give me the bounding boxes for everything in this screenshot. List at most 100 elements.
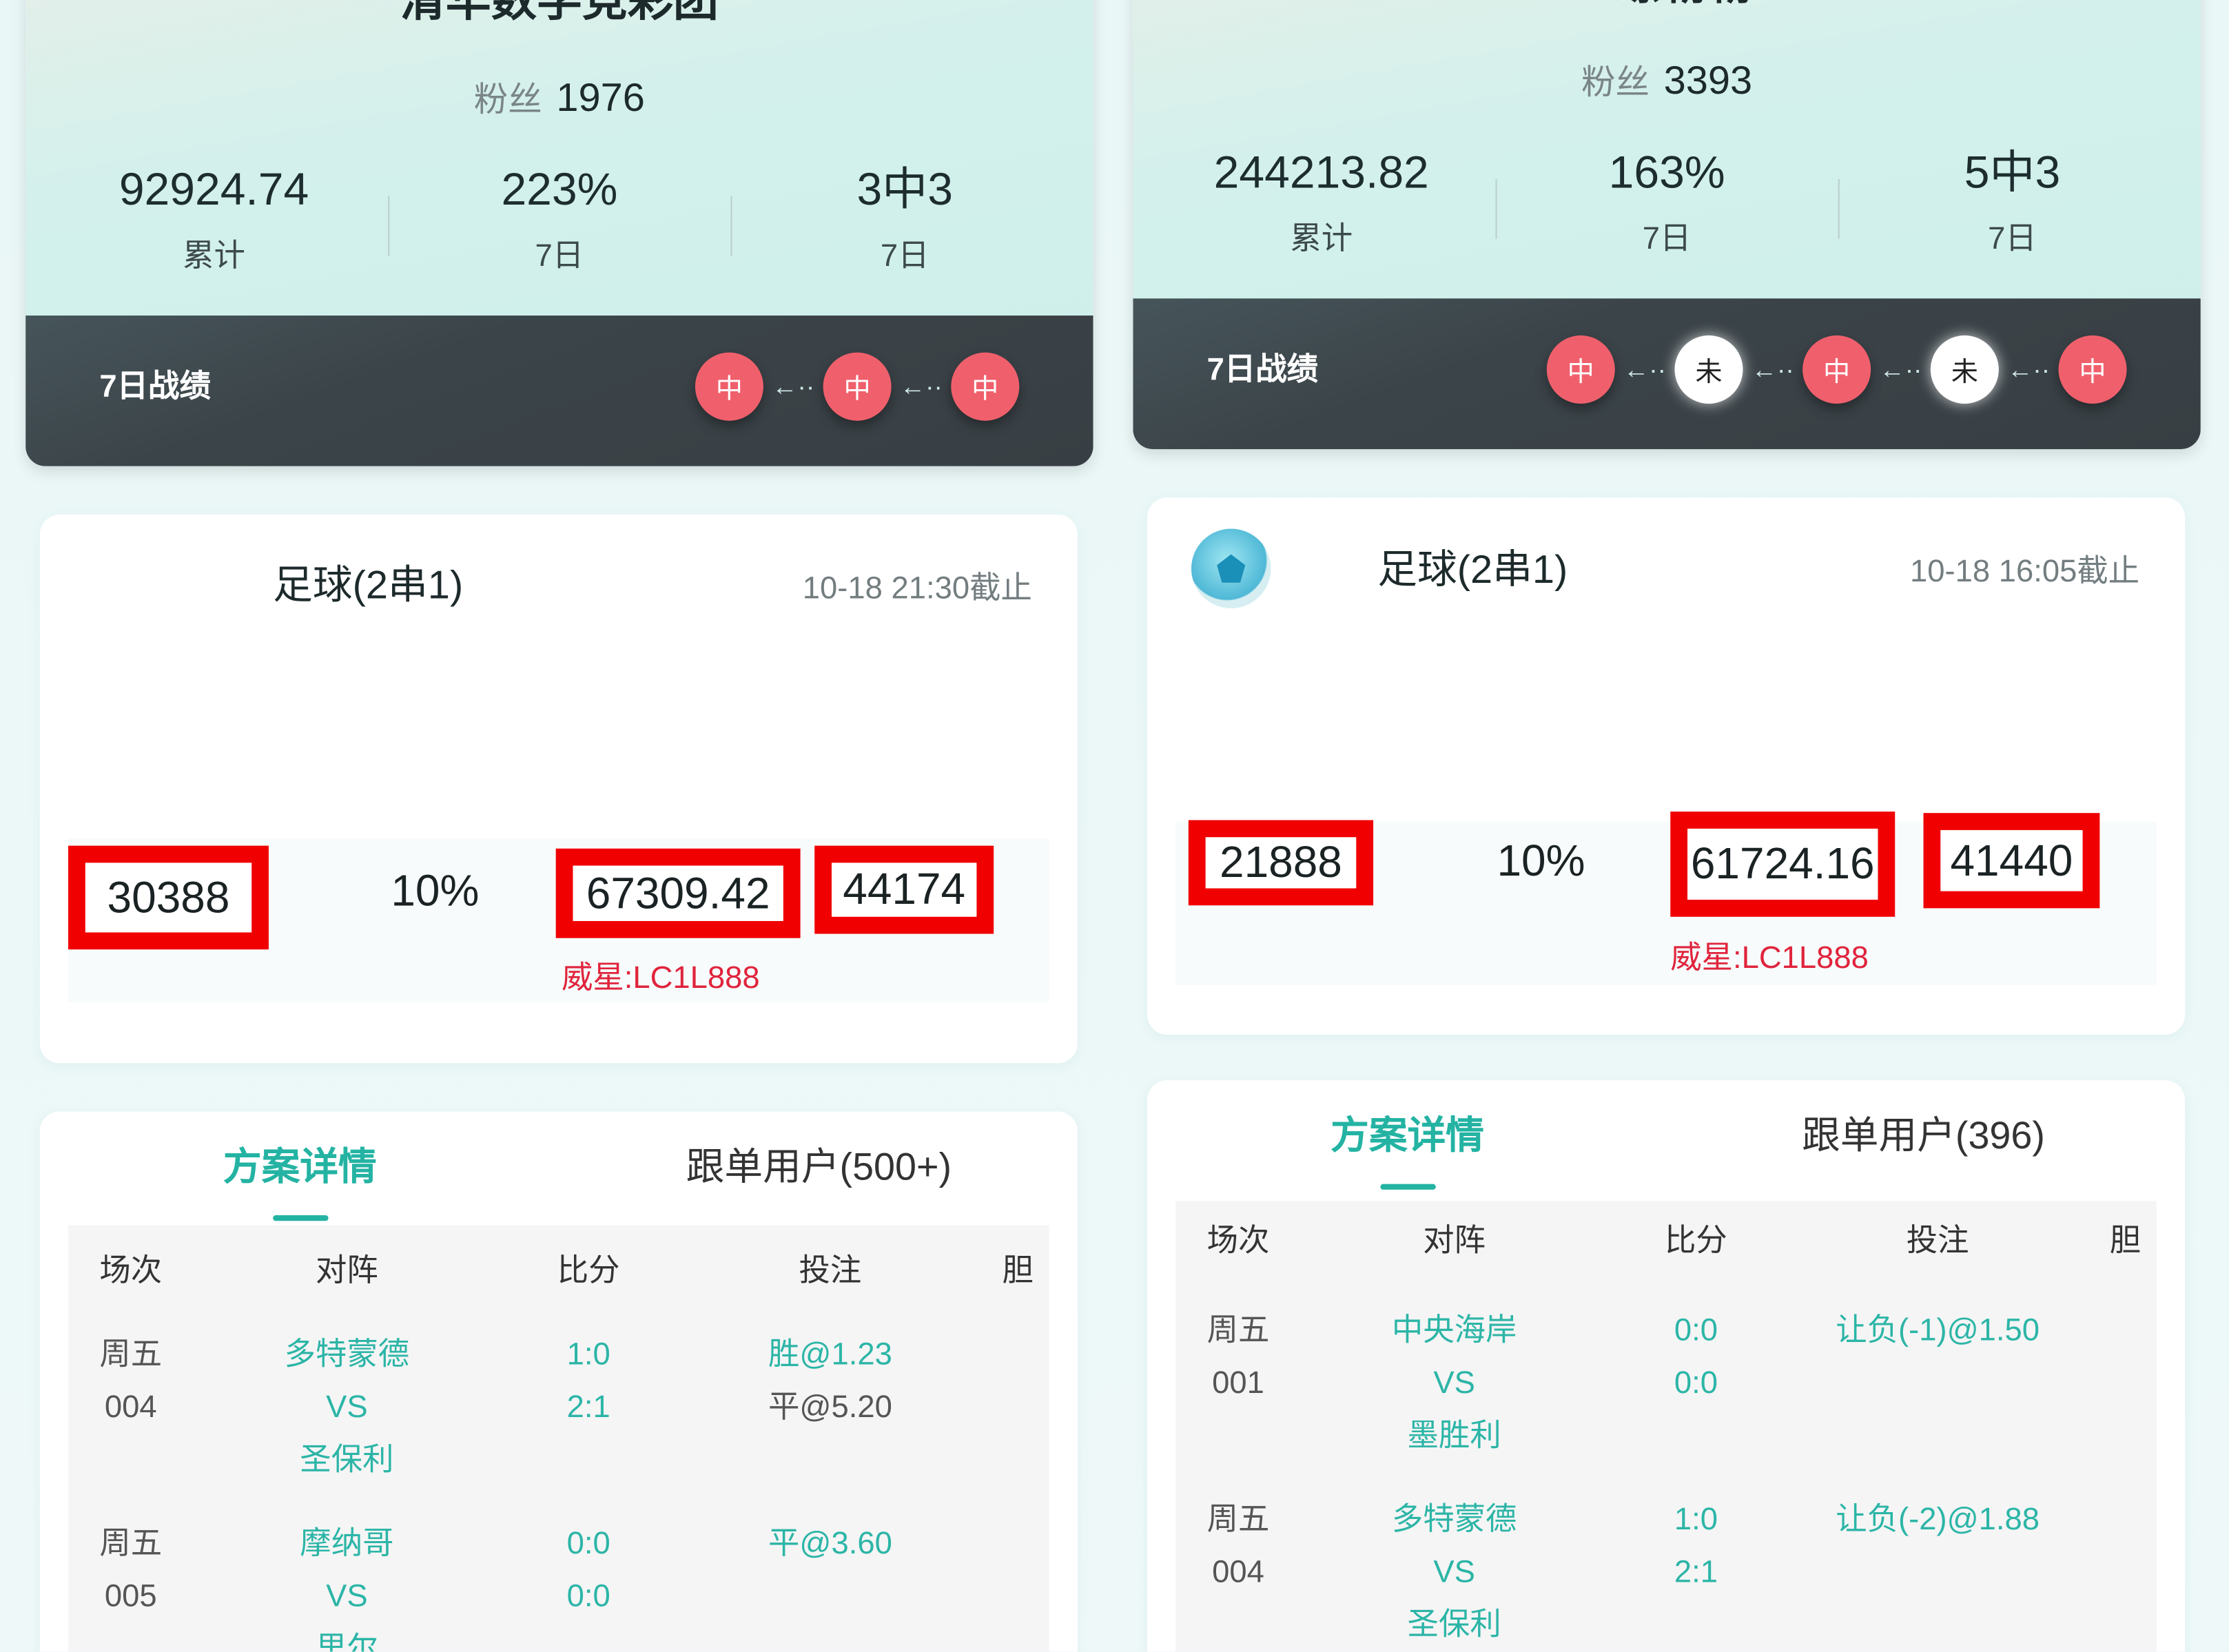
promo-watermark-text: 威星:LC1L888 — [1670, 939, 1869, 975]
plan-title: 足球(2串1) — [1377, 547, 1568, 592]
record-badge-miss: 未 — [1930, 335, 1999, 404]
highlighted-stat-box: 67309.42 — [555, 848, 801, 938]
table-row[interactable]: 周五 004 多特蒙德 VS 圣保利 1:0 2:1 胜@1.23 平@5.20 — [68, 1328, 1049, 1485]
tab-followers[interactable]: 跟单用户(396) — [1710, 1111, 2137, 1159]
plan-detail-card: 方案详情 跟单用户(396) 场次 对阵 比分 投注胆周五 001 中央海岸 VS 墨胜利 0:0 0… — [1147, 1080, 2186, 1652]
fans-label: 粉丝 — [473, 81, 542, 120]
away-team: 圣保利 — [300, 1441, 394, 1477]
stat-divider — [388, 196, 390, 256]
seven-day-record: 中 ←·· 中 ←·· 中 — [695, 352, 1020, 421]
arrow-left-icon: ←·· — [2007, 354, 2051, 384]
plan-detail-card: 方案详情 跟单用户(500+) 场次 对阵 比分 投注胆周五 004 多特蒙德 VS 圣保利 1:0… — [39, 1111, 1078, 1652]
table-header-cell: 对阵 — [1423, 1222, 1486, 1258]
stat-value: 5中3 — [1964, 146, 2061, 198]
fans-count: 粉丝 3393 — [1133, 57, 2200, 108]
stat-label: 累计 — [1290, 220, 1353, 256]
table-row[interactable]: 周五 001 中央海岸 VS 墨胜利 0:0 0:0 让负(-1)@1.50 — [1175, 1303, 2157, 1461]
arrow-left-icon: ←·· — [1623, 354, 1667, 384]
tab-plan-details[interactable]: 方案详情 — [87, 1143, 513, 1191]
table-header-cell: 比分 — [557, 1252, 620, 1288]
record-badge-hit: 中 — [695, 352, 763, 421]
table-header-cell: 胆 — [2109, 1222, 2141, 1258]
expert-name: C螺霸霸 — [1133, 0, 2200, 12]
fans-value: 1976 — [556, 75, 645, 120]
arrow-left-icon: ←·· — [1751, 354, 1794, 384]
stat-label: 7日 — [880, 237, 929, 273]
score: 0:0 — [1674, 1364, 1718, 1401]
arrow-left-icon: ←·· — [1879, 354, 1922, 384]
expert-name: 清华数学竞彩团 — [400, 0, 719, 26]
away-team: 墨胜利 — [1407, 1417, 1501, 1453]
plan-summary-card[interactable]: 足球(2串1) 10-18 16:05截止 21888 10% 61724.16 4144… — [1147, 497, 2186, 1035]
bet-option: 让负(-2)@1.88 — [1836, 1500, 2040, 1537]
plan-deadline: 10-18 21:30截止 — [802, 570, 1032, 606]
highlighted-stat-box: 30388 — [68, 845, 269, 950]
active-tab-indicator — [1380, 1184, 1436, 1190]
screenshot-stage: 清华数学竞彩团 粉丝 1976 92924.74 累计 223% 7日 3中3 7日 7日战绩中 ←… — [0, 0, 2229, 1652]
highlighted-stat-box: 44174 — [814, 845, 994, 934]
bet-option: 平@3.60 — [768, 1525, 892, 1561]
stat-divider — [730, 196, 732, 256]
match-table: 场次 对阵 比分 投注胆周五 001 中央海岸 VS 墨胜利 0:0 0:0 让负(-1)@1.50… — [1175, 1201, 2157, 1652]
record-badge-hit: 中 — [1546, 335, 1615, 404]
stat-value: 223% — [501, 163, 618, 215]
stat-divider — [1838, 178, 1840, 239]
plan-title: 足球(2串1) — [273, 563, 464, 607]
away-team: 里尔 — [315, 1630, 378, 1652]
stat-value: 3中3 — [856, 163, 953, 215]
bet-option: 让负(-1)@1.50 — [1836, 1312, 2040, 1348]
fans-count: 粉丝 1976 — [25, 74, 1093, 125]
score: 0:0 — [566, 1578, 610, 1613]
expert-header-card[interactable]: 清华数学竞彩团粉丝 1976 92924.74 累计 223% 7日 3中3 7日 7日战绩 中 ←… — [25, 0, 1093, 466]
tab-plan-details[interactable]: 方案详情 — [1194, 1111, 1621, 1159]
plan-stat: 10% — [391, 865, 480, 916]
table-header-cell: 比分 — [1664, 1222, 1727, 1258]
bet-cell: 让负(-1)@1.50 — [1796, 1303, 2080, 1356]
record-badge-miss: 未 — [1674, 335, 1743, 404]
stat-label: 7日 — [1988, 220, 2037, 256]
table-header-cell: 场次 — [1206, 1222, 1270, 1258]
stat-label: 7日 — [1642, 220, 1692, 256]
table-header-cell: 投注 — [799, 1252, 862, 1288]
stat-label: 7日 — [535, 237, 584, 273]
stat-value: 92924.74 — [119, 163, 309, 215]
football-icon — [1191, 528, 1271, 609]
table-header-cell: 胆 — [1002, 1252, 1034, 1288]
arrow-left-icon: ←·· — [772, 371, 815, 400]
plan-deadline: 10-18 16:05截止 — [1910, 553, 2140, 589]
match-table: 场次 对阵 比分 投注胆周五 004 多特蒙德 VS 圣保利 1:0 2:1 胜@1.23 平@5.2… — [68, 1225, 1049, 1652]
expert-panel: 清华数学竞彩团粉丝 1976 92924.74 累计 223% 7日 3中3 7日 7日战绩 中 ←… — [25, 0, 1093, 1652]
fans-value: 3393 — [1663, 58, 1753, 103]
table-header-cell: 投注 — [1906, 1222, 1969, 1258]
expert-header-card[interactable]: C螺霸霸粉丝3393244213.82累计163%7日5中37日7日战绩中←··… — [1133, 0, 2201, 449]
stat-value: 244213.82 — [1213, 146, 1429, 198]
stat-label: 累计 — [183, 237, 245, 273]
bet-option: 平@5.20 — [768, 1388, 892, 1425]
plan-summary-card[interactable]: 足球(2串1) 10-18 21:30截止 30388 10% 67309.42 4417… — [39, 514, 1078, 1064]
bet-option: 胜@1.23 — [768, 1336, 892, 1372]
record-badge-hit: 中 — [823, 352, 892, 421]
record-label: 7日战绩 — [99, 368, 211, 404]
bet-cell: 让负(-2)@1.88 — [1796, 1492, 2080, 1545]
highlighted-stat-box: 41440 — [1923, 813, 2100, 909]
table-row[interactable]: 周五 005 摩纳哥 VS 里尔 0:0 0:0 平@3.60 — [68, 1516, 1049, 1652]
tab-followers[interactable]: 跟单用户(500+) — [606, 1143, 1032, 1191]
record-badge-hit: 中 — [951, 352, 1020, 421]
stat-value: 163% — [1608, 146, 1725, 198]
fans-label: 粉丝 — [1581, 63, 1650, 103]
stat-divider — [1495, 178, 1497, 239]
highlighted-stat-box: 61724.16 — [1670, 812, 1896, 917]
table-row[interactable]: 周五 004 多特蒙德 VS 圣保利 1:0 2:1 让负(-2)@1.88 — [1175, 1492, 2157, 1650]
arrow-left-icon: ←·· — [900, 371, 943, 400]
plan-stat: 10% — [1497, 836, 1585, 886]
seven-day-record: 中 ←·· 未 ←·· 中 ←·· 未 ←·· 中 — [1546, 335, 2127, 404]
record-label: 7日战绩 — [1206, 351, 1319, 387]
record-badge-hit: 中 — [2058, 335, 2127, 404]
table-header-cell: 场次 — [99, 1252, 163, 1288]
highlighted-stat-box: 21888 — [1188, 820, 1374, 906]
expert-panel: C螺霸霸粉丝3393244213.82累计163%7日5中37日7日战绩中←··… — [1133, 0, 2201, 1652]
bet-cell: 平@3.60 — [688, 1516, 973, 1569]
score: 2:1 — [1674, 1553, 1718, 1589]
table-header-cell: 对阵 — [315, 1252, 378, 1288]
away-team: 圣保利 — [1407, 1606, 1501, 1642]
